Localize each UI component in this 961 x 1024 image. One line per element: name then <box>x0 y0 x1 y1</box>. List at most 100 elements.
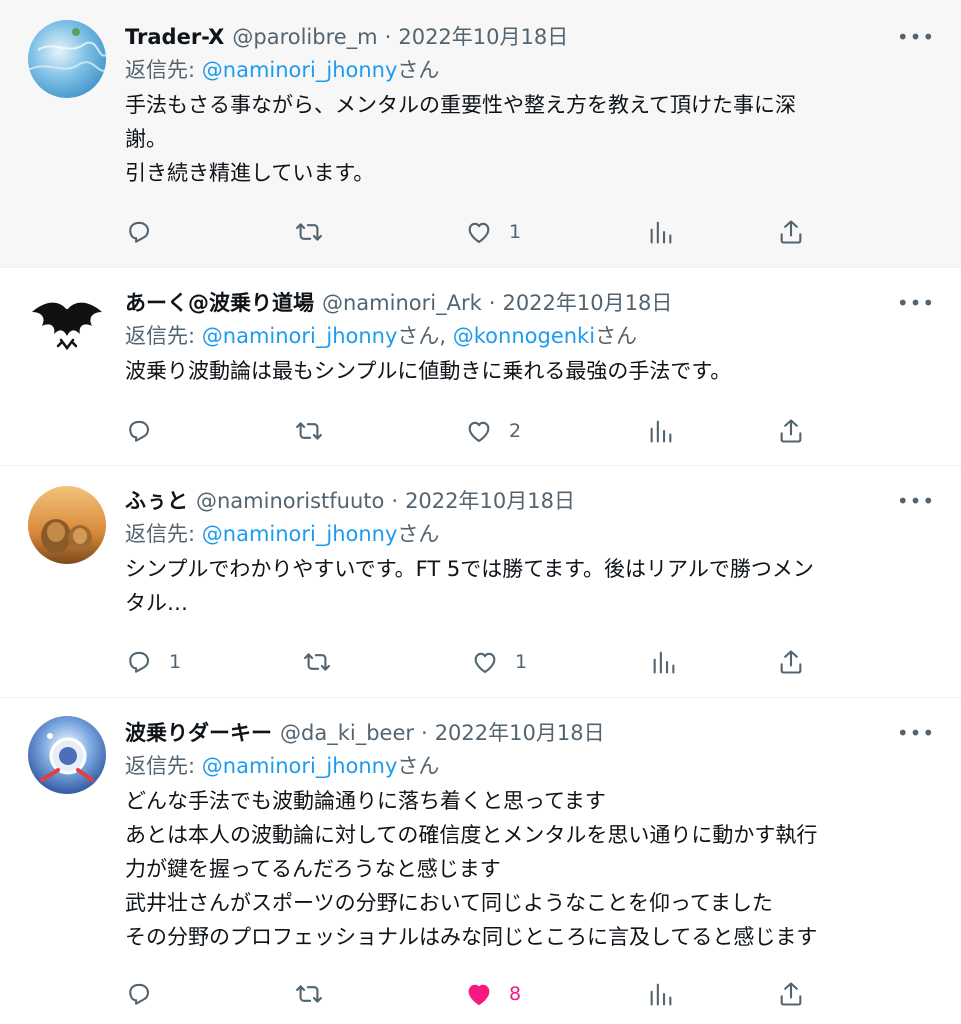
user-handle[interactable]: @parolibre_m <box>232 22 377 52</box>
tweet-header: Trader-X @parolibre_m · 2022年10月18日 <box>125 22 931 52</box>
like-count: 8 <box>509 983 522 1005</box>
mention-separator: , <box>439 324 453 348</box>
display-name[interactable]: Trader-X <box>125 22 224 52</box>
tweet-text: 手法もさる事ながら、メンタルの重要性や整え方を教えて頂けた事に深 謝。 引き続き… <box>125 93 796 185</box>
like-button[interactable]: 2 <box>465 411 521 451</box>
reply-to-line: 返信先: @naminori_jhonnyさん <box>125 52 931 88</box>
reply-to-line: 返信先: @naminori_jhonnyさん <box>125 516 931 552</box>
tweet-date[interactable]: 2022年10月18日 <box>435 718 605 748</box>
user-handle[interactable]: @naminori_Ark <box>322 288 482 318</box>
analytics-icon <box>650 420 672 443</box>
retweet-icon <box>304 653 330 671</box>
like-count: 1 <box>515 651 528 673</box>
analytics-button[interactable] <box>647 411 675 451</box>
mention-link[interactable]: @naminori_jhonny <box>202 522 398 546</box>
tweet-actions: 8 <box>125 974 825 1014</box>
separator-dot: · <box>488 291 496 315</box>
reply-to-line: 返信先: @naminori_jhonnyさん <box>125 748 931 784</box>
tweet[interactable]: Trader-X @parolibre_m · 2022年10月18日 ••• … <box>0 0 961 268</box>
like-icon <box>468 222 490 243</box>
honorific: さん <box>397 324 440 348</box>
like-button[interactable]: 8 <box>465 974 521 1014</box>
more-icon[interactable]: ••• <box>897 718 934 748</box>
tweet-actions: 1 <box>125 212 825 252</box>
analytics-icon <box>650 221 672 244</box>
avatar-image <box>28 716 106 794</box>
tweet-text: どんな手法でも波動論通りに落ち着くと思ってます あとは本人の波動論に対しての確信… <box>125 789 818 949</box>
share-button[interactable] <box>777 642 805 682</box>
honorific: さん <box>397 754 440 778</box>
display-name[interactable]: あーく@波乗り道場 <box>125 288 314 318</box>
reply-prefix: 返信先: <box>125 324 202 348</box>
reply-icon <box>129 983 150 1005</box>
reply-icon <box>129 221 150 243</box>
share-icon <box>780 419 802 443</box>
display-name[interactable]: 波乗りダーキー <box>125 718 272 748</box>
avatar-image <box>28 486 106 564</box>
reply-button[interactable] <box>125 212 169 252</box>
honorific: さん <box>397 522 440 546</box>
display-name[interactable]: ふぅと <box>125 486 188 516</box>
analytics-button[interactable] <box>650 642 678 682</box>
like-icon <box>468 984 490 1005</box>
user-handle[interactable]: @naminoristfuuto <box>196 486 384 516</box>
reply-prefix: 返信先: <box>125 522 202 546</box>
avatar-image <box>28 20 106 98</box>
reply-button[interactable] <box>125 974 169 1014</box>
analytics-button[interactable] <box>647 212 675 252</box>
analytics-icon <box>650 983 672 1006</box>
retweet-button[interactable] <box>295 974 339 1014</box>
mention-link[interactable]: @naminori_jhonny <box>202 58 398 82</box>
retweet-icon <box>296 223 322 241</box>
share-button[interactable] <box>777 411 805 451</box>
retweet-button[interactable] <box>303 642 347 682</box>
share-button[interactable] <box>777 974 805 1014</box>
mention-link[interactable]: @naminori_jhonny <box>202 754 398 778</box>
share-icon <box>780 650 802 674</box>
separator-dot: · <box>391 489 399 513</box>
honorific: さん <box>397 58 440 82</box>
tweet[interactable]: あーく@波乗り道場 @naminori_Ark · 2022年10月18日 ••… <box>0 268 961 466</box>
tweet-date[interactable]: 2022年10月18日 <box>405 486 575 516</box>
share-button[interactable] <box>777 212 805 252</box>
avatar[interactable] <box>28 716 106 794</box>
tweet-actions: 1 1 <box>125 642 825 682</box>
tweet-date[interactable]: 2022年10月18日 <box>398 22 568 52</box>
honorific: さん <box>595 324 638 348</box>
tweet-header: 波乗りダーキー @da_ki_beer · 2022年10月18日 <box>125 718 931 748</box>
more-icon[interactable]: ••• <box>897 288 934 318</box>
like-count: 2 <box>509 420 522 442</box>
tweet-header: ふぅと @naminoristfuuto · 2022年10月18日 <box>125 486 931 516</box>
analytics-button[interactable] <box>647 974 675 1014</box>
avatar[interactable] <box>28 486 106 564</box>
like-icon <box>468 421 490 442</box>
separator-dot: · <box>421 721 428 745</box>
reply-button[interactable]: 1 <box>125 642 181 682</box>
reply-count: 1 <box>169 651 182 673</box>
retweet-button[interactable] <box>295 411 339 451</box>
reply-icon <box>129 651 150 673</box>
like-button[interactable]: 1 <box>465 212 521 252</box>
reply-icon <box>129 420 150 442</box>
more-icon[interactable]: ••• <box>897 486 934 516</box>
share-icon <box>780 220 802 244</box>
share-icon <box>780 982 802 1006</box>
reply-button[interactable] <box>125 411 169 451</box>
reply-feed: Trader-X @parolibre_m · 2022年10月18日 ••• … <box>0 0 961 1024</box>
tweet[interactable]: ふぅと @naminoristfuuto · 2022年10月18日 ••• 返… <box>0 466 961 698</box>
mention-link[interactable]: @naminori_jhonny <box>202 324 398 348</box>
avatar[interactable] <box>28 20 106 98</box>
mention-link[interactable]: @konnogenki <box>453 324 595 348</box>
like-icon <box>474 652 496 673</box>
retweet-icon <box>296 422 322 440</box>
tweet-date[interactable]: 2022年10月18日 <box>502 288 672 318</box>
like-button[interactable]: 1 <box>471 642 527 682</box>
retweet-button[interactable] <box>295 212 339 252</box>
tweet[interactable]: 波乗りダーキー @da_ki_beer · 2022年10月18日 ••• 返信… <box>0 698 961 1024</box>
avatar[interactable] <box>28 288 106 366</box>
tweet-text: シンプルでわかりやすいです。FT 5では勝てます。後はリアルで勝つメン タル… <box>125 557 814 615</box>
reply-to-line: 返信先: @naminori_jhonnyさん, @konnogenkiさん <box>125 318 931 354</box>
user-handle[interactable]: @da_ki_beer <box>280 718 414 748</box>
more-icon[interactable]: ••• <box>897 22 934 52</box>
retweet-icon <box>296 985 322 1003</box>
